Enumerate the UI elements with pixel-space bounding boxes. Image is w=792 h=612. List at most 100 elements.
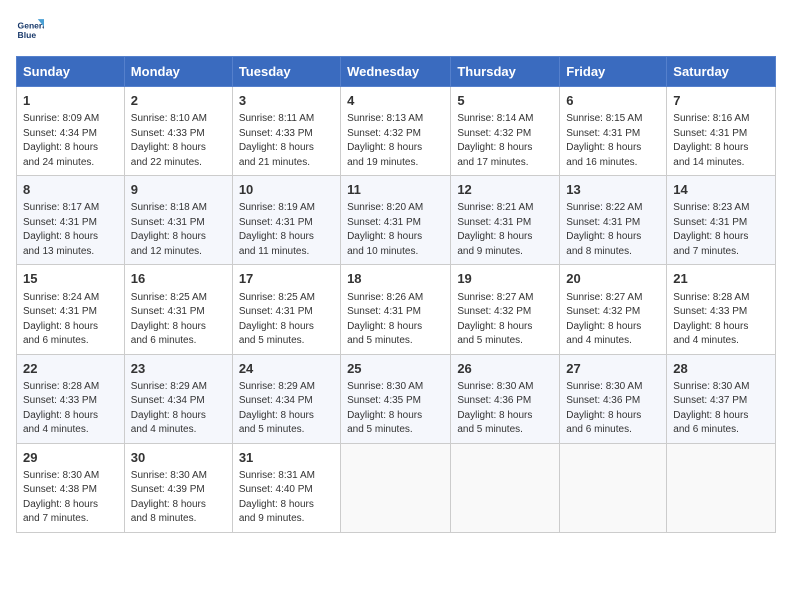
cell-content: Sunrise: 8:26 AM Sunset: 4:31 PM Dayligh… [347,291,444,349]
calendar-cell: 8Sunrise: 8:17 AM Sunset: 4:31 PM Daylig… [17,176,125,265]
day-number: 13 [566,181,660,199]
col-header-saturday: Saturday [667,57,776,87]
cell-content: Sunrise: 8:25 AM Sunset: 4:31 PM Dayligh… [131,291,226,349]
cell-content: Sunrise: 8:30 AM Sunset: 4:35 PM Dayligh… [347,380,444,438]
day-number: 22 [23,360,118,378]
day-number: 7 [673,92,769,110]
calendar-cell: 20 Sunrise: 8:27 AM Sunset: 4:32 PM Dayli… [560,265,667,354]
day-number: 11 [347,181,444,199]
cell-content: Sunrise: 8:20 AM Sunset: 4:31 PM Dayligh… [347,201,444,259]
day-number: 15 [23,270,118,288]
cell-content: Sunrise: 8:13 AM Sunset: 4:32 PM Dayligh… [347,112,444,170]
day-number: 17 [239,270,334,288]
cell-content: Sunrise: 8:09 AM Sunset: 4:34 PM Dayligh… [23,112,118,170]
calendar-cell: 21 Sunrise: 8:28 AM Sunset: 4:33 PM Dayli… [667,265,776,354]
cell-content: Sunrise: 8:22 AM Sunset: 4:31 PM Dayligh… [566,201,660,259]
calendar-cell: 13 Sunrise: 8:22 AM Sunset: 4:31 PM Dayli… [560,176,667,265]
calendar-cell: 1 Sunrise: 8:09 AM Sunset: 4:34 PM Daylig… [17,87,125,176]
calendar-cell: 5Sunrise: 8:14 AM Sunset: 4:32 PM Daylig… [451,87,560,176]
col-header-thursday: Thursday [451,57,560,87]
day-number: 1 [23,92,118,110]
cell-content: Sunrise: 8:18 AM Sunset: 4:31 PM Dayligh… [131,201,226,259]
day-number: 9 [131,181,226,199]
calendar-cell: 12Sunrise: 8:21 AM Sunset: 4:31 PM Dayli… [451,176,560,265]
col-header-tuesday: Tuesday [232,57,340,87]
calendar-cell: 9 Sunrise: 8:18 AM Sunset: 4:31 PM Daylig… [124,176,232,265]
calendar-cell: 2 Sunrise: 8:10 AM Sunset: 4:33 PM Daylig… [124,87,232,176]
calendar-cell [667,443,776,532]
calendar-cell: 17Sunrise: 8:25 AM Sunset: 4:31 PM Dayli… [232,265,340,354]
cell-content: Sunrise: 8:17 AM Sunset: 4:31 PM Dayligh… [23,201,118,259]
day-number: 6 [566,92,660,110]
cell-content: Sunrise: 8:23 AM Sunset: 4:31 PM Dayligh… [673,201,769,259]
calendar-cell: 19 Sunrise: 8:27 AM Sunset: 4:32 PM Dayli… [451,265,560,354]
day-number: 16 [131,270,226,288]
day-number: 20 [566,270,660,288]
calendar-cell: 3 Sunrise: 8:11 AM Sunset: 4:33 PM Daylig… [232,87,340,176]
cell-content: Sunrise: 8:30 AM Sunset: 4:39 PM Dayligh… [131,469,226,527]
day-number: 14 [673,181,769,199]
day-number: 3 [239,92,334,110]
cell-content: Sunrise: 8:27 AM Sunset: 4:32 PM Dayligh… [566,291,660,349]
calendar-cell: 7 Sunrise: 8:16 AM Sunset: 4:31 PM Daylig… [667,87,776,176]
calendar-cell: 28 Sunrise: 8:30 AM Sunset: 4:37 PM Dayli… [667,354,776,443]
day-number: 10 [239,181,334,199]
col-header-sunday: Sunday [17,57,125,87]
svg-text:General: General [18,20,44,30]
cell-content: Sunrise: 8:30 AM Sunset: 4:38 PM Dayligh… [23,469,118,527]
day-number: 5 [457,92,553,110]
day-number: 2 [131,92,226,110]
svg-text:Blue: Blue [18,30,37,40]
calendar-cell: 6 Sunrise: 8:15 AM Sunset: 4:31 PM Daylig… [560,87,667,176]
calendar-cell: 25 Sunrise: 8:30 AM Sunset: 4:35 PM Dayli… [341,354,451,443]
calendar-cell: 4 Sunrise: 8:13 AM Sunset: 4:32 PM Daylig… [341,87,451,176]
calendar-cell [451,443,560,532]
day-number: 31 [239,449,334,467]
calendar-cell: 24Sunrise: 8:29 AM Sunset: 4:34 PM Dayli… [232,354,340,443]
cell-content: Sunrise: 8:30 AM Sunset: 4:36 PM Dayligh… [566,380,660,438]
col-header-monday: Monday [124,57,232,87]
calendar-cell: 11 Sunrise: 8:20 AM Sunset: 4:31 PM Dayli… [341,176,451,265]
page-header: General Blue [16,16,776,44]
calendar-cell [560,443,667,532]
cell-content: Sunrise: 8:28 AM Sunset: 4:33 PM Dayligh… [23,380,118,438]
day-number: 23 [131,360,226,378]
cell-content: Sunrise: 8:30 AM Sunset: 4:37 PM Dayligh… [673,380,769,438]
calendar-cell: 30 Sunrise: 8:30 AM Sunset: 4:39 PM Dayli… [124,443,232,532]
day-number: 19 [457,270,553,288]
cell-content: Sunrise: 8:27 AM Sunset: 4:32 PM Dayligh… [457,291,553,349]
day-number: 29 [23,449,118,467]
cell-content: Sunrise: 8:31 AM Sunset: 4:40 PM Dayligh… [239,469,334,527]
cell-content: Sunrise: 8:10 AM Sunset: 4:33 PM Dayligh… [131,112,226,170]
cell-content: Sunrise: 8:15 AM Sunset: 4:31 PM Dayligh… [566,112,660,170]
cell-content: Sunrise: 8:30 AM Sunset: 4:36 PM Dayligh… [457,380,553,438]
calendar-cell: 16 Sunrise: 8:25 AM Sunset: 4:31 PM Dayli… [124,265,232,354]
calendar-cell: 26Sunrise: 8:30 AM Sunset: 4:36 PM Dayli… [451,354,560,443]
calendar-cell: 23 Sunrise: 8:29 AM Sunset: 4:34 PM Dayli… [124,354,232,443]
calendar-table: SundayMondayTuesdayWednesdayThursdayFrid… [16,56,776,533]
day-number: 21 [673,270,769,288]
day-number: 30 [131,449,226,467]
day-number: 28 [673,360,769,378]
day-number: 24 [239,360,334,378]
cell-content: Sunrise: 8:11 AM Sunset: 4:33 PM Dayligh… [239,112,334,170]
col-header-friday: Friday [560,57,667,87]
calendar-cell: 31 Sunrise: 8:31 AM Sunset: 4:40 PM Dayli… [232,443,340,532]
cell-content: Sunrise: 8:28 AM Sunset: 4:33 PM Dayligh… [673,291,769,349]
cell-content: Sunrise: 8:16 AM Sunset: 4:31 PM Dayligh… [673,112,769,170]
calendar-cell: 18Sunrise: 8:26 AM Sunset: 4:31 PM Dayli… [341,265,451,354]
logo-icon: General Blue [16,16,44,44]
cell-content: Sunrise: 8:29 AM Sunset: 4:34 PM Dayligh… [131,380,226,438]
day-number: 4 [347,92,444,110]
day-number: 25 [347,360,444,378]
calendar-cell: 14 Sunrise: 8:23 AM Sunset: 4:31 PM Dayli… [667,176,776,265]
calendar-cell [341,443,451,532]
logo: General Blue [16,16,44,44]
cell-content: Sunrise: 8:19 AM Sunset: 4:31 PM Dayligh… [239,201,334,259]
calendar-cell: 22 Sunrise: 8:28 AM Sunset: 4:33 PM Dayli… [17,354,125,443]
calendar-cell: 29 Sunrise: 8:30 AM Sunset: 4:38 PM Dayli… [17,443,125,532]
calendar-cell: 27Sunrise: 8:30 AM Sunset: 4:36 PM Dayli… [560,354,667,443]
calendar-cell: 10 Sunrise: 8:19 AM Sunset: 4:31 PM Dayli… [232,176,340,265]
col-header-wednesday: Wednesday [341,57,451,87]
calendar-cell: 15Sunrise: 8:24 AM Sunset: 4:31 PM Dayli… [17,265,125,354]
